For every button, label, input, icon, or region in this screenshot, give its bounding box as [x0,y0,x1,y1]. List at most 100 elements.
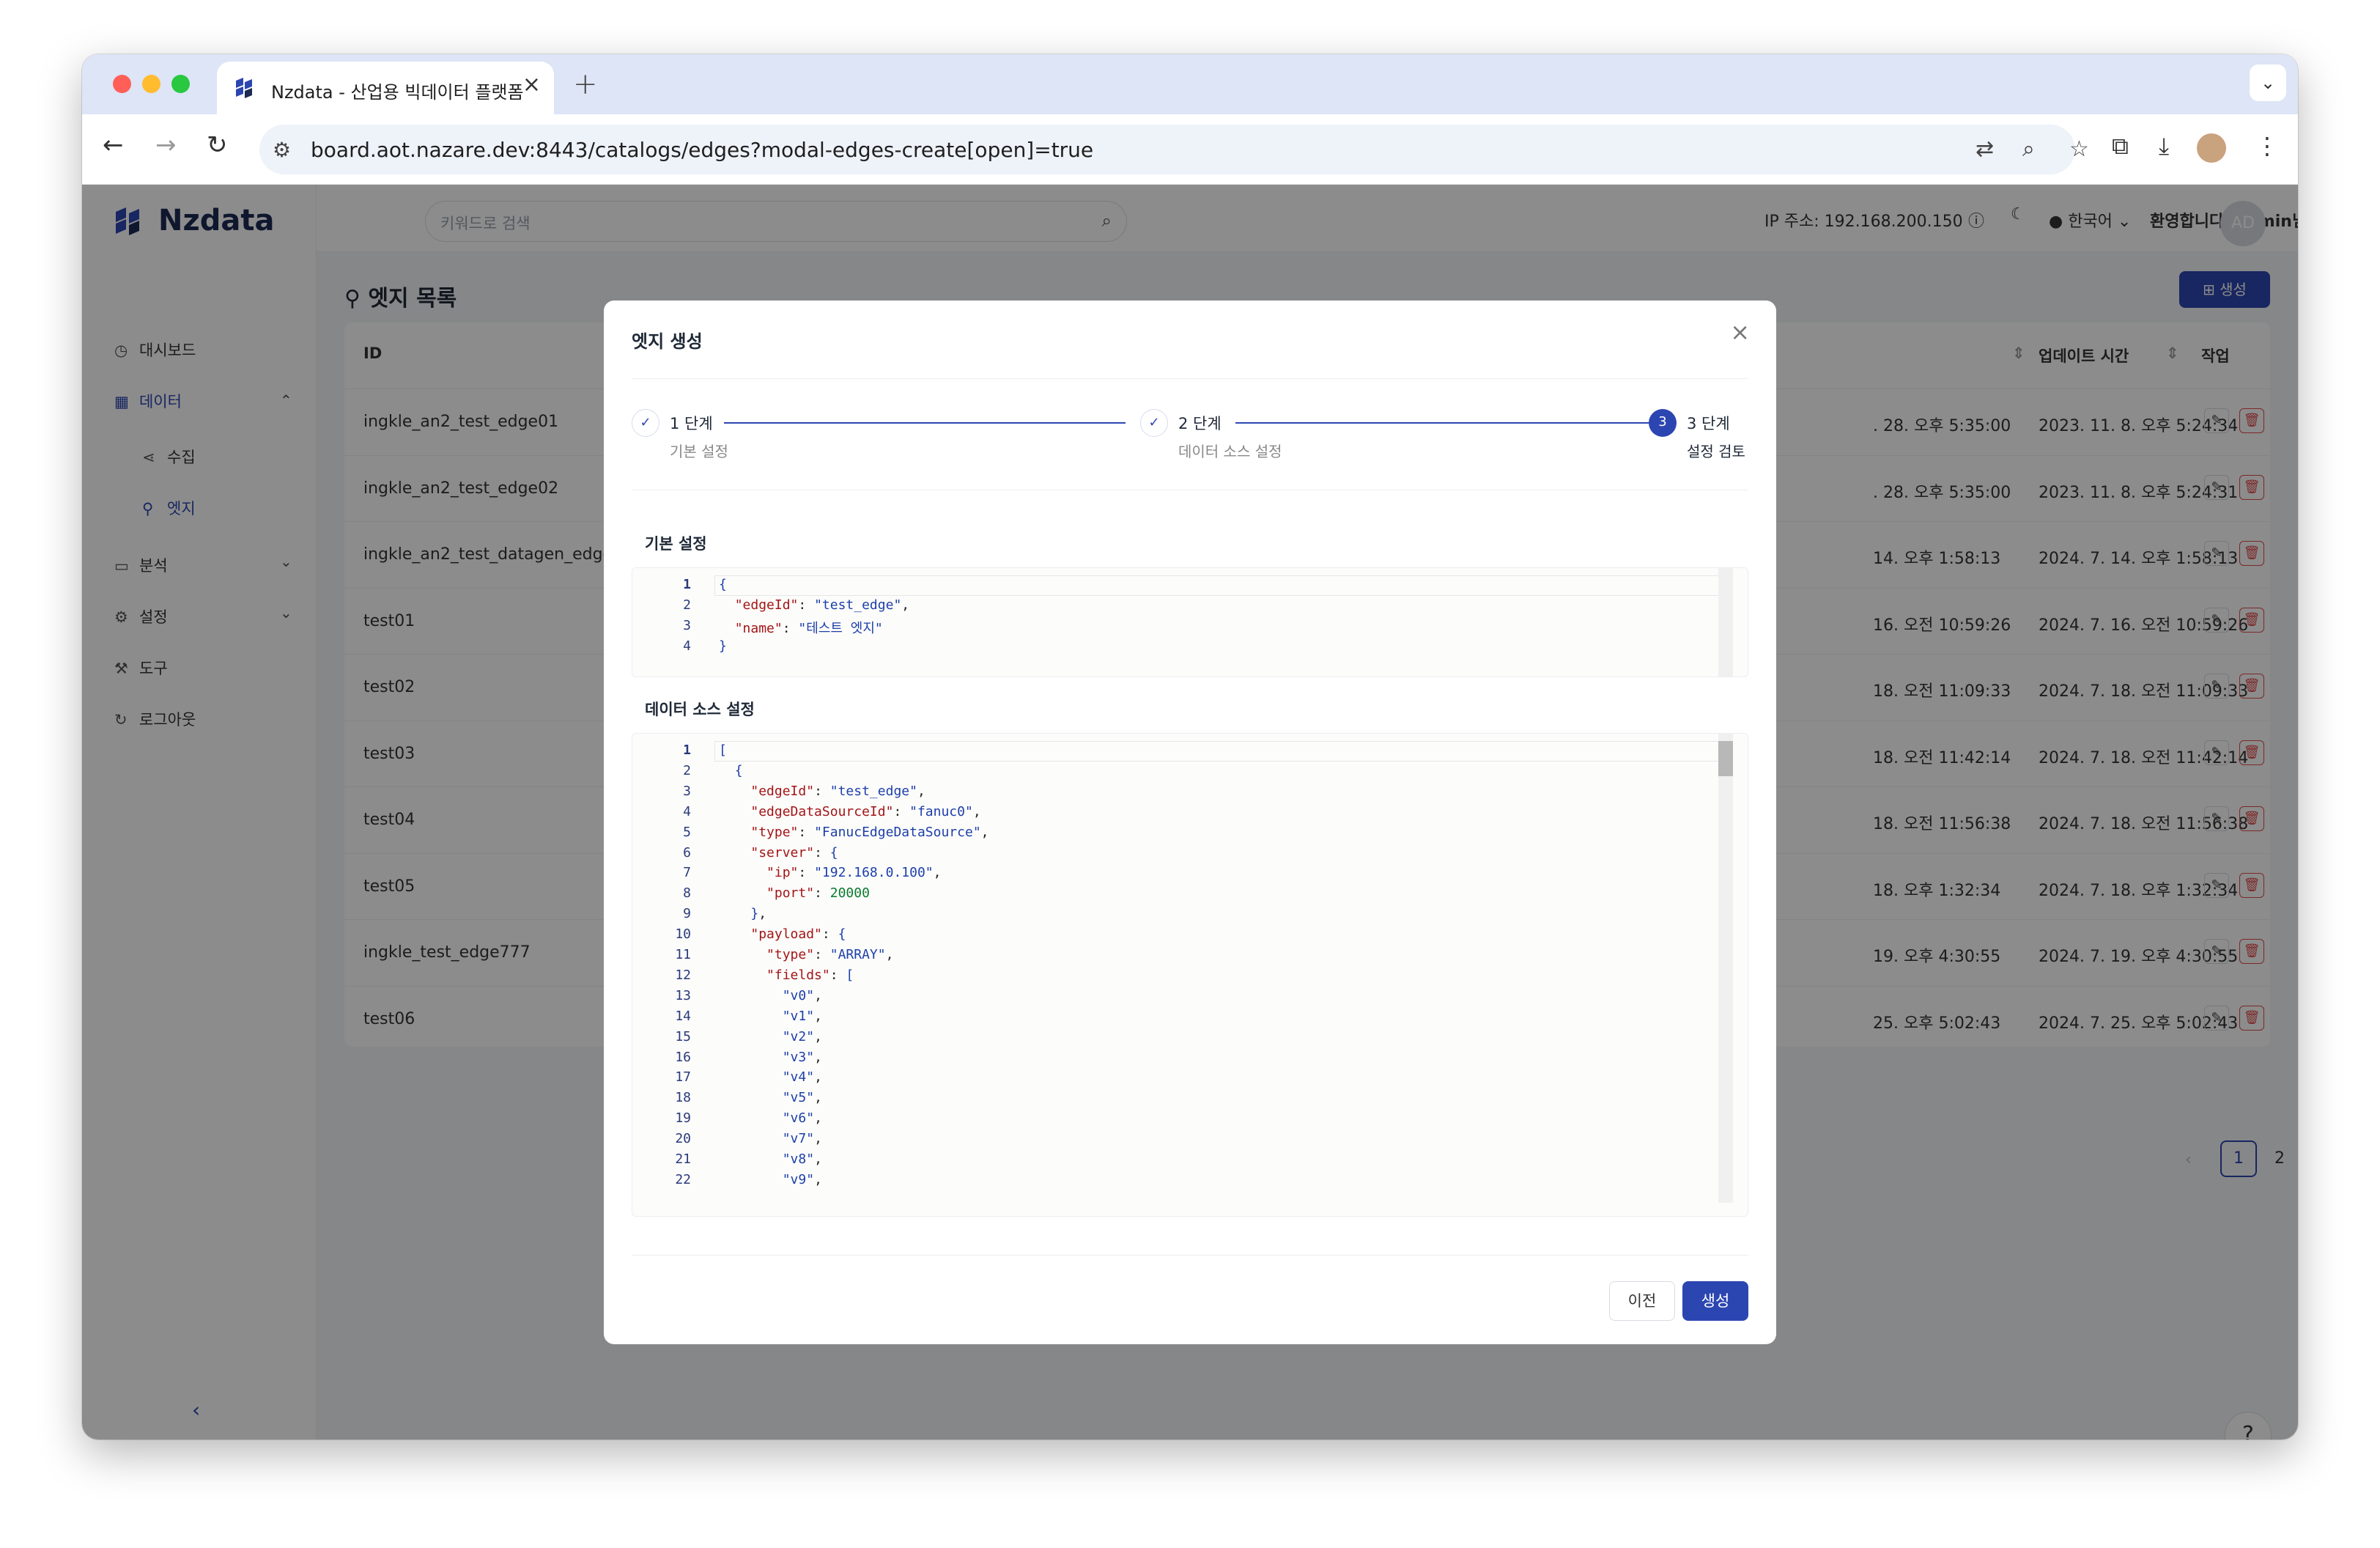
code-line: "fields": [ [766,967,854,983]
new-tab-icon[interactable]: + [573,67,598,101]
basic-settings-editor[interactable]: 1 {2 "edgeId": "test_edge", 3 "name": "테스트… [632,567,1748,677]
line-number: 18 [675,1090,691,1106]
code-line: } [719,638,727,654]
code-line: "v8", [782,1151,822,1167]
line-number: 11 [675,947,691,962]
modal-title: 엣지 생성 [632,331,703,352]
code-line: "v6", [782,1110,822,1127]
address-bar[interactable]: ⚙ board.aot.nazare.dev:8443/catalogs/edg… [259,125,2089,174]
code-line: "v1", [782,1008,822,1024]
line-number: 6 [683,844,691,860]
editor-scrollbar[interactable] [1718,734,1733,1203]
close-icon[interactable]: × [1730,318,1750,346]
zoom-window-icon[interactable] [171,75,190,93]
code-line: "name": "테스트 엣지" [734,620,883,636]
step-1-sub: 기본 설정 [670,443,728,460]
code-line: "v5", [782,1090,822,1106]
tab-close-icon[interactable]: × [522,72,541,97]
step-3-number: 3 [1649,409,1677,437]
line-number: 17 [675,1069,691,1086]
editor-scrollbar-thumb[interactable] [1718,741,1733,776]
previous-button[interactable]: 이전 [1609,1281,1675,1321]
line-number: 12 [675,967,691,983]
code-line: { [734,762,743,778]
line-number: 13 [675,987,691,1003]
code-line: "v9", [782,1171,822,1187]
submit-create-button[interactable]: 생성 [1682,1281,1748,1321]
profile-avatar[interactable] [2197,133,2226,163]
line-number: 7 [683,865,691,881]
code-line: { [719,577,727,592]
bookmark-star-icon[interactable]: ☆ [2069,136,2089,162]
reload-icon[interactable]: ↻ [207,130,228,160]
code-line: "type": "ARRAY", [766,947,894,962]
url-text: board.aot.nazare.dev:8443/catalogs/edges… [311,138,1094,162]
line-number: 2 [683,597,691,613]
line-number: 15 [675,1028,691,1044]
line-number: 22 [675,1171,691,1187]
download-icon[interactable]: ⤓ [2159,132,2169,161]
code-line: "v7", [782,1131,822,1147]
basic-settings-label: 기본 설정 [645,535,707,553]
minimize-window-icon[interactable] [142,75,160,93]
code-line: "v3", [782,1049,822,1065]
extensions-icon[interactable]: ⧉ [2112,132,2129,161]
line-number: 5 [683,824,691,840]
code-line: "v4", [782,1069,822,1086]
line-number: 14 [675,1008,691,1024]
translate-icon[interactable]: ⇄ [1976,136,1994,162]
line-number: 9 [683,906,691,922]
step-3-sub: 설정 검토 [1687,443,1745,460]
code-line: "v2", [782,1028,822,1044]
line-number: 3 [683,783,691,799]
code-line: }, [750,906,767,922]
site-settings-icon[interactable]: ⚙ [273,138,291,162]
code-line: "payload": { [750,926,846,943]
browser-menu-icon[interactable]: ⋮ [2255,132,2279,160]
code-line: "type": "FanucEdgeDataSource", [750,824,989,840]
step-1-label: 1 단계 [670,415,713,432]
nzdata-favicon-icon [236,78,252,98]
step-3-label: 3 단계 [1687,415,1730,432]
active-line-highlight [714,575,1726,596]
edge-create-modal: 엣지 생성 × ✓ 1 단계 기본 설정 ✓ 2 단계 데이터 소스 설정 3 … [604,301,1776,1344]
tab-strip: Nzdata - 산업용 빅데이터 플랫폼 × + ⌄ [82,54,2298,114]
step-2-check-icon: ✓ [1140,409,1168,437]
code-line: "ip": "192.168.0.100", [766,865,942,881]
data-source-editor[interactable]: 1 [2 {3 "edgeId": "test_edge", 4 "edgeData… [632,733,1748,1217]
step-1-check-icon: ✓ [632,409,659,437]
back-icon[interactable]: ← [103,130,124,160]
line-number: 2 [683,762,691,778]
editor-scrollbar[interactable] [1718,568,1733,677]
line-number: 21 [675,1151,691,1167]
forward-icon[interactable]: → [155,130,177,160]
line-number: 4 [683,638,691,654]
step-connector [724,422,1126,424]
close-window-icon[interactable] [113,75,131,93]
code-line: [ [719,742,727,758]
line-number: 16 [675,1049,691,1065]
data-source-settings-label: 데이터 소스 설정 [645,701,755,718]
code-line: "edgeId": "test_edge", [734,597,910,613]
code-line: "port": 20000 [766,885,870,902]
zoom-icon[interactable]: ⌕ [2022,136,2035,162]
step-connector [1235,422,1653,424]
line-number: 8 [683,885,691,902]
line-number: 10 [675,926,691,943]
line-number: 1 [683,742,691,758]
code-line: "v0", [782,987,822,1003]
line-number: 19 [675,1110,691,1127]
tab-search-icon[interactable]: ⌄ [2250,64,2286,101]
browser-toolbar: ← → ↻ ⚙ board.aot.nazare.dev:8443/catalo… [82,114,2298,185]
browser-tab[interactable]: Nzdata - 산업용 빅데이터 플랫폼 × [217,62,554,114]
code-line: "edgeDataSourceId": "fanuc0", [750,803,981,819]
line-number: 3 [683,617,691,633]
active-line-highlight [714,741,1726,762]
code-line: "edgeId": "test_edge", [750,783,925,799]
code-line: "server": { [750,844,838,860]
step-2-sub: 데이터 소스 설정 [1178,443,1282,460]
tab-title: Nzdata - 산업용 빅데이터 플랫폼 [271,82,524,103]
step-2-label: 2 단계 [1178,415,1222,432]
line-number: 4 [683,803,691,819]
divider [632,378,1748,379]
